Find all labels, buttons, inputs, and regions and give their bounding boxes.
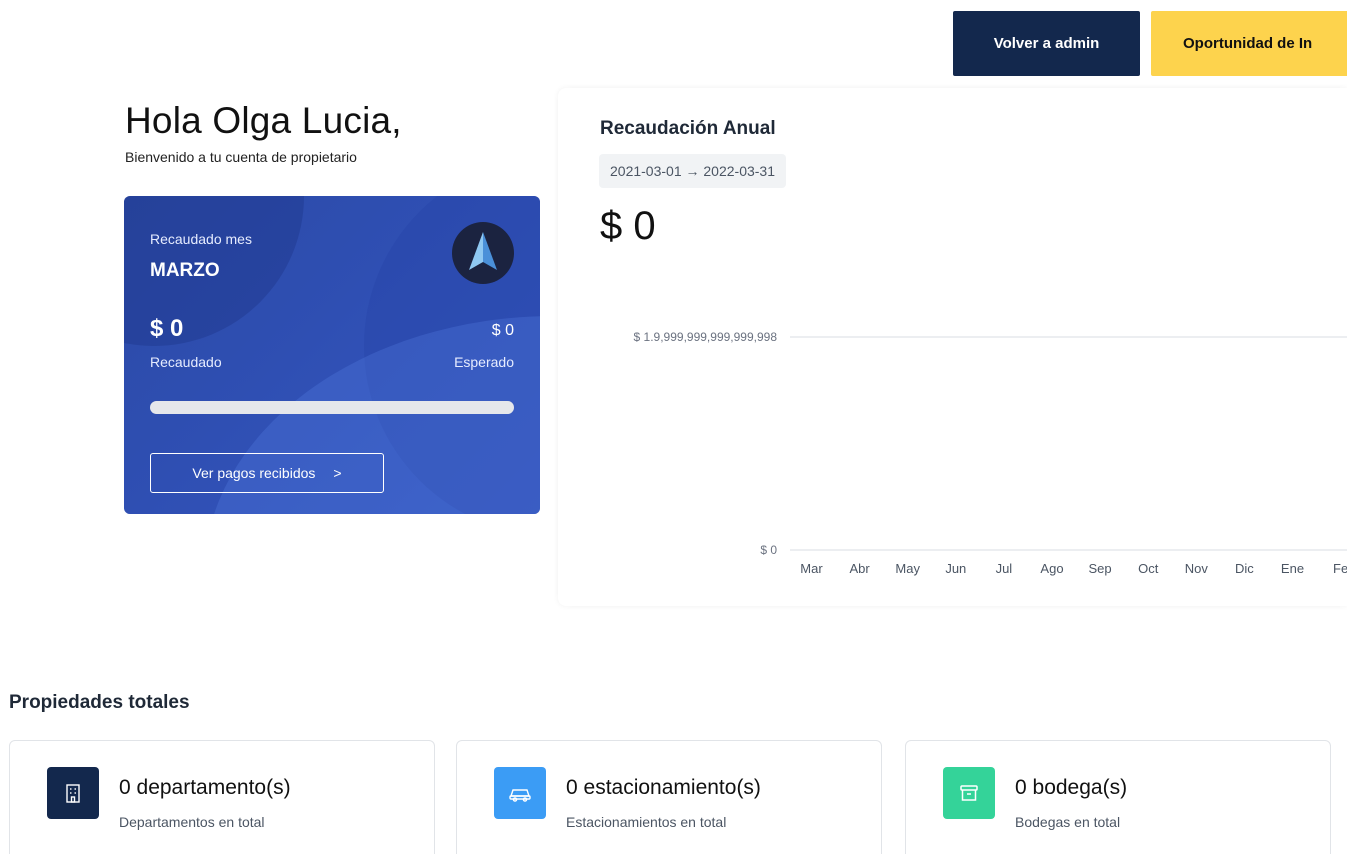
x-tick-label: Abr — [849, 561, 870, 576]
x-tick-label: Oct — [1138, 561, 1159, 576]
archive-box-icon — [943, 767, 995, 819]
collected-amount: $ 0 — [150, 315, 184, 342]
apartments-card: 0 departamento(s) Departamentos en total — [9, 740, 435, 854]
y-tick-label: $ 0 — [760, 543, 777, 557]
x-tick-label: Fe — [1333, 561, 1347, 576]
x-tick-label: Mar — [800, 561, 823, 576]
x-tick-label: Jul — [996, 561, 1013, 576]
greeting-subtitle: Bienvenido a tu cuenta de propietario — [125, 149, 357, 165]
brand-logo-icon — [452, 222, 514, 284]
x-tick-label: Jun — [945, 561, 966, 576]
expected-label: Esperado — [454, 354, 514, 370]
building-icon — [47, 767, 99, 819]
month-name: MARZO — [150, 260, 220, 281]
collection-progress-bar — [150, 401, 514, 414]
x-tick-label: Ene — [1281, 561, 1304, 576]
x-tick-label: Ago — [1040, 561, 1063, 576]
storage-count: 0 bodega(s) — [1015, 776, 1128, 799]
opportunity-button[interactable]: Oportunidad de In — [1151, 11, 1347, 76]
parking-card: 0 estacionamiento(s) Estacionamientos en… — [456, 740, 882, 854]
greeting-title: Hola Olga Lucia, — [125, 100, 402, 141]
car-icon — [494, 767, 546, 819]
month-card-label: Recaudado mes — [150, 231, 252, 247]
storage-card: 0 bodega(s) Bodegas en total — [905, 740, 1331, 854]
parking-subtitle: Estacionamientos en total — [566, 814, 727, 830]
collected-label: Recaudado — [150, 354, 222, 370]
back-to-admin-button[interactable]: Volver a admin — [953, 11, 1140, 76]
parking-count: 0 estacionamiento(s) — [566, 776, 761, 799]
x-tick-label: Sep — [1089, 561, 1112, 576]
annual-collection-chart: $ 1.9,999,999,999,999,998 $ 0 Mar Abr May Jun… — [634, 330, 1347, 576]
x-tick-label: Dic — [1235, 561, 1254, 576]
chevron-right-icon: > — [333, 465, 342, 481]
properties-section-title: Propiedades totales — [9, 692, 190, 713]
expected-amount: $ 0 — [491, 322, 514, 339]
view-payments-label: Ver pagos recibidos — [192, 465, 316, 481]
monthly-collection-card: Recaudado mes MARZO $ 0 Recaudado $ 0 Es… — [124, 196, 540, 514]
y-tick-label: $ 1.9,999,999,999,999,998 — [634, 330, 778, 344]
view-payments-button[interactable]: Ver pagos recibidos > — [150, 453, 384, 493]
x-tick-label: May — [895, 561, 920, 576]
annual-collection-panel: Recaudación Anual 2021-03-01 → 2022-03-3… — [558, 88, 1347, 606]
x-tick-label: Nov — [1185, 561, 1209, 576]
storage-subtitle: Bodegas en total — [1015, 814, 1121, 830]
apartments-subtitle: Departamentos en total — [119, 814, 265, 830]
apartments-count: 0 departamento(s) — [119, 776, 291, 799]
